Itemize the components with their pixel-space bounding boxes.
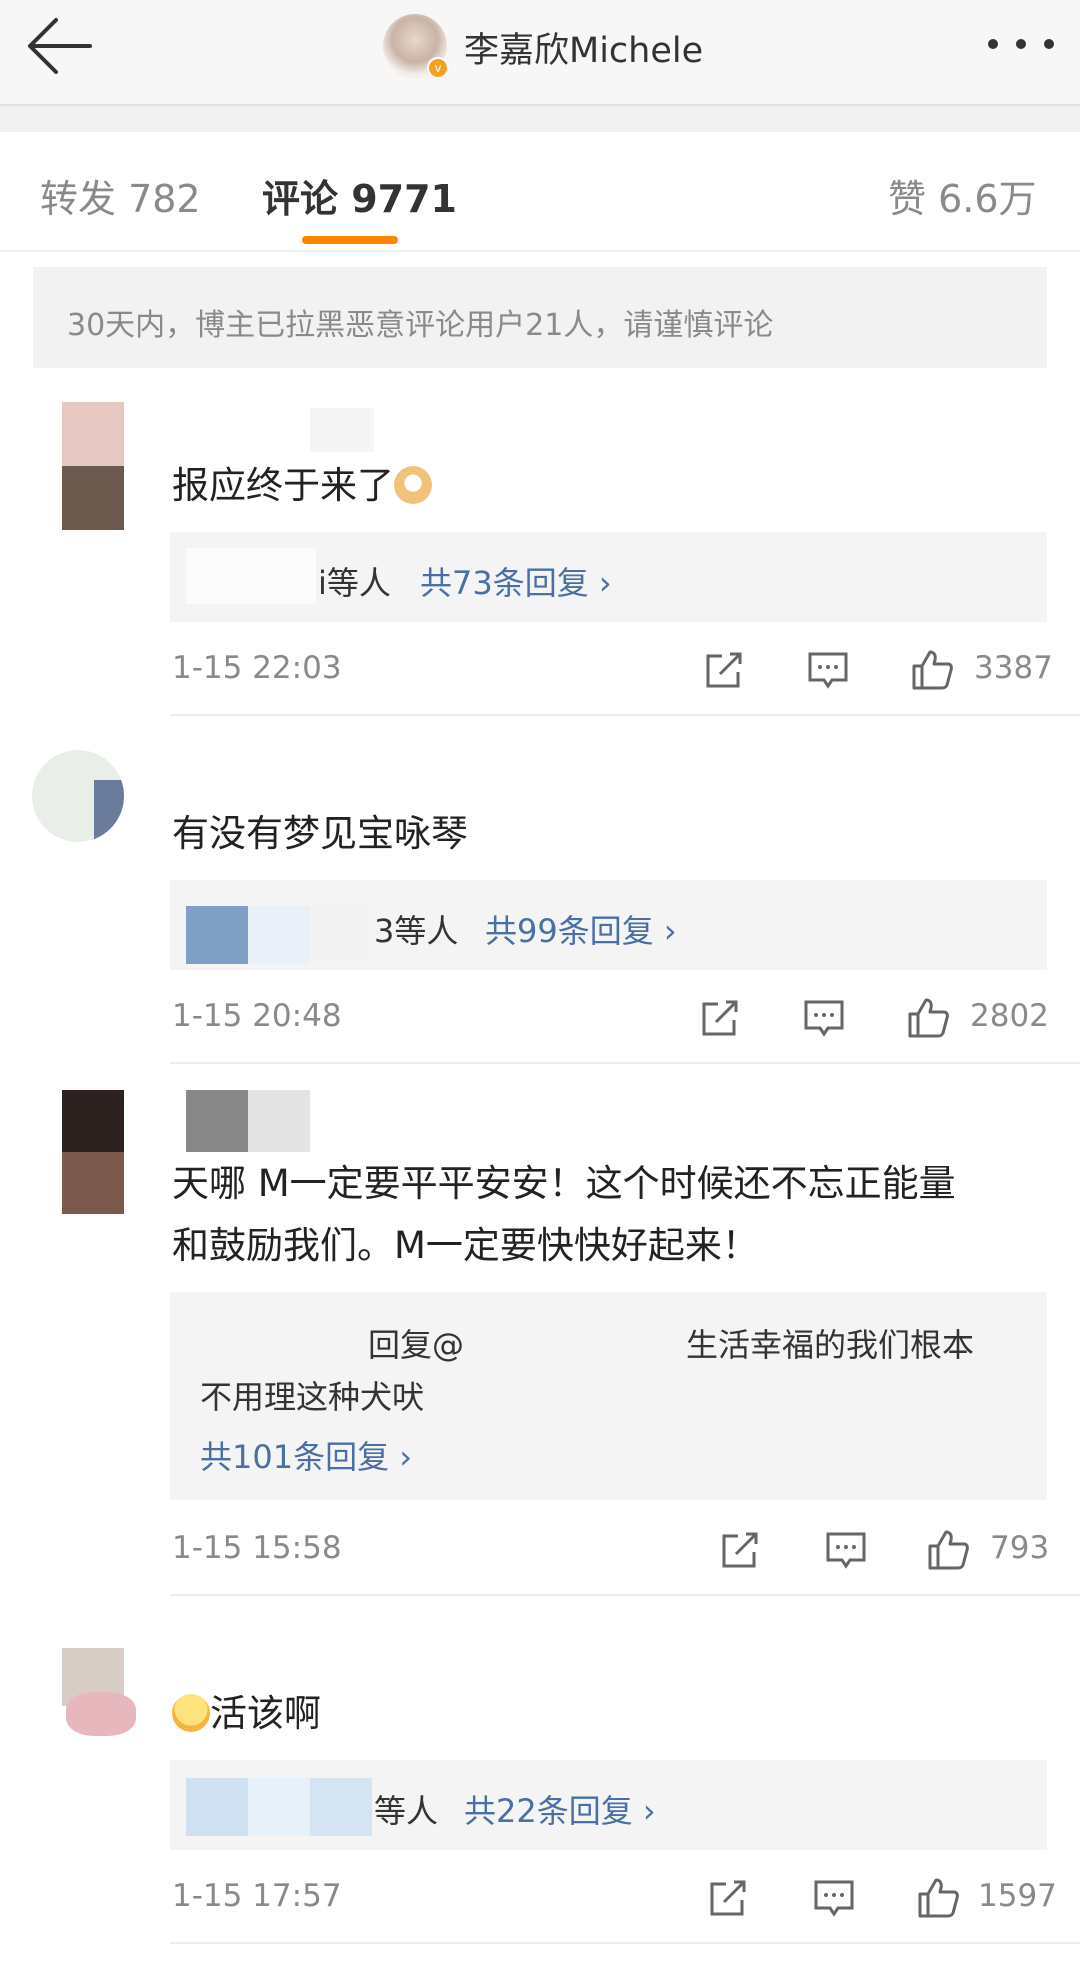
username-redacted bbox=[186, 1090, 248, 1152]
tab-reposts[interactable]: 转发 782 bbox=[40, 168, 201, 223]
avatar[interactable] bbox=[62, 1090, 124, 1214]
comment-divider bbox=[170, 714, 1080, 716]
notice-text: 30天内，博主已拉黑恶意评论用户21人，请谨慎评论 bbox=[67, 308, 774, 343]
header-divider bbox=[0, 104, 1080, 132]
like-count: 793 bbox=[990, 1530, 1050, 1566]
active-tab-indicator bbox=[302, 236, 398, 244]
comment-text-line-2: 和鼓励我们。M一定要快快好起来！ bbox=[172, 1224, 759, 1267]
like-icon[interactable] bbox=[910, 648, 954, 692]
tab-likes[interactable]: 赞 6.6万 bbox=[888, 168, 1037, 223]
reply-count-link[interactable]: 共73条回复 › bbox=[420, 558, 612, 604]
replier-avatar-redacted bbox=[310, 1778, 372, 1836]
comment-divider bbox=[170, 1062, 1080, 1064]
like-count: 3387 bbox=[974, 650, 1053, 686]
comment-icon[interactable] bbox=[824, 1528, 868, 1572]
comment-divider bbox=[170, 1594, 1080, 1596]
avatar[interactable] bbox=[32, 750, 124, 842]
reply-text: 3等人 bbox=[374, 912, 459, 950]
reply-count-link[interactable]: 共101条回复 › bbox=[200, 1432, 412, 1478]
arrow-left-icon[interactable] bbox=[24, 16, 94, 76]
comment-icon[interactable] bbox=[802, 996, 846, 1040]
replier-redacted bbox=[186, 548, 316, 604]
replier-avatar-redacted bbox=[248, 906, 310, 964]
replier-avatar-redacted bbox=[186, 1778, 248, 1836]
share-icon[interactable] bbox=[698, 996, 742, 1040]
reply-text-line-2: 不用理这种犬吠 bbox=[200, 1378, 425, 1416]
comment-text: 活该啊 bbox=[172, 1684, 321, 1744]
more-dots-icon[interactable] bbox=[985, 34, 1057, 54]
reply-text: 生活幸福的我们根本 bbox=[686, 1326, 975, 1364]
comment-time: 1-15 15:58 bbox=[172, 1530, 342, 1566]
reply-text: i等人 bbox=[318, 564, 391, 602]
comment-time: 1-15 17:57 bbox=[172, 1878, 342, 1914]
smile-emoji-icon bbox=[172, 1694, 210, 1732]
comment-icon[interactable] bbox=[812, 1876, 856, 1920]
verified-badge-icon: v bbox=[427, 57, 449, 79]
comment-text: 报应终于来了 bbox=[172, 456, 432, 516]
share-icon[interactable] bbox=[718, 1528, 762, 1572]
page-title[interactable]: 李嘉欣Michele bbox=[464, 22, 703, 73]
reply-text: 回复@ bbox=[368, 1326, 465, 1364]
avatar[interactable] bbox=[62, 402, 124, 530]
comment-text: 有没有梦见宝咏琴 bbox=[172, 812, 468, 855]
comment-text-line-1: 天哪 M一定要平平安安！这个时候还不忘正能量 bbox=[172, 1162, 956, 1205]
replier-avatar-redacted bbox=[310, 906, 372, 964]
comment-time: 1-15 22:03 bbox=[172, 650, 342, 686]
replier-avatar-redacted bbox=[248, 1778, 310, 1836]
replier-avatar-redacted bbox=[186, 906, 248, 964]
username-redacted bbox=[310, 408, 374, 452]
comment-divider bbox=[170, 1942, 1080, 1944]
reply-count-link[interactable]: 共22条回复 › bbox=[464, 1786, 656, 1832]
like-icon[interactable] bbox=[926, 1528, 970, 1572]
like-count: 2802 bbox=[970, 998, 1049, 1034]
like-count: 1597 bbox=[978, 1878, 1057, 1914]
like-icon[interactable] bbox=[916, 1876, 960, 1920]
comment-time: 1-15 20:48 bbox=[172, 998, 342, 1034]
tab-comments[interactable]: 评论 9771 bbox=[262, 168, 457, 223]
reply-text: 等人 bbox=[374, 1792, 439, 1830]
share-icon[interactable] bbox=[702, 648, 746, 692]
reply-count-link[interactable]: 共99条回复 › bbox=[485, 906, 677, 952]
tabs-divider bbox=[0, 250, 1080, 252]
comment-icon[interactable] bbox=[806, 648, 850, 692]
username-redacted bbox=[248, 1090, 310, 1152]
avatar[interactable] bbox=[62, 1648, 138, 1736]
doge-emoji-icon bbox=[394, 466, 432, 504]
like-icon[interactable] bbox=[906, 996, 950, 1040]
share-icon[interactable] bbox=[706, 1876, 750, 1920]
